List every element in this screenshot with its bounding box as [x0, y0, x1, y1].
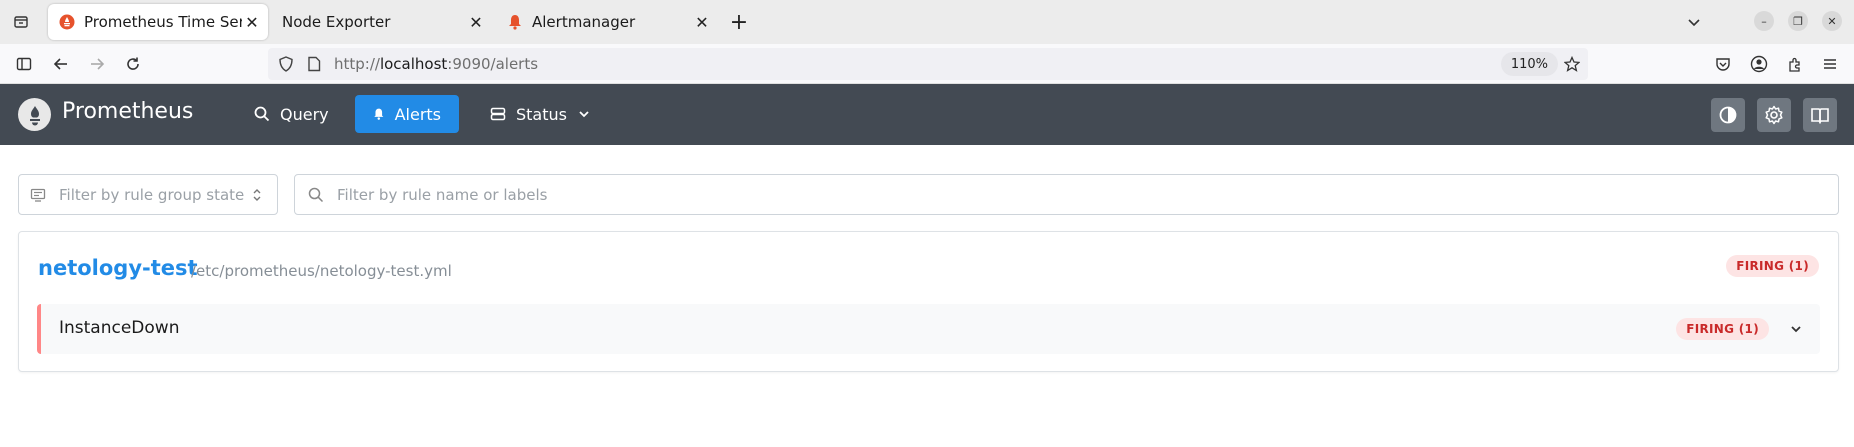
close-tab-icon[interactable]: ✕ — [466, 12, 486, 32]
prometheus-favicon-icon — [58, 13, 76, 31]
gear-icon — [1765, 105, 1783, 125]
new-tab-icon[interactable]: + — [726, 9, 752, 35]
nav-query[interactable]: Query — [236, 95, 347, 133]
page-info-icon[interactable] — [304, 54, 324, 74]
search-placeholder: Filter by rule name or labels — [337, 185, 548, 204]
nav-alerts[interactable]: Alerts — [355, 95, 459, 133]
tab-prometheus[interactable]: Prometheus Time Series C ✕ — [48, 4, 268, 40]
app-header: Prometheus Query Alerts Status — [0, 84, 1854, 145]
settings-button[interactable] — [1757, 98, 1791, 132]
rule-search-input[interactable]: Filter by rule name or labels — [294, 174, 1839, 215]
chevron-up-down-icon — [251, 186, 263, 204]
alertmanager-favicon-icon — [506, 13, 524, 31]
account-icon[interactable] — [1747, 52, 1771, 76]
contrast-icon — [1719, 106, 1737, 124]
alert-rule-name: InstanceDown — [59, 318, 180, 338]
state-filter-placeholder: Filter by rule group state — [59, 185, 245, 204]
firing-indicator-bar — [37, 304, 41, 354]
browser-nav-bar: http://localhost:9090/alerts 110% — [0, 44, 1854, 84]
server-icon — [490, 107, 506, 121]
address-bar[interactable]: http://localhost:9090/alerts 110% — [268, 48, 1588, 80]
zoom-level-button[interactable]: 110% — [1500, 52, 1558, 76]
tab-alertmanager[interactable]: Alertmanager ✕ — [496, 4, 718, 40]
extensions-icon[interactable] — [1783, 52, 1807, 76]
close-tab-icon[interactable]: ✕ — [692, 12, 712, 32]
bell-icon — [374, 108, 384, 120]
rule-group-card: netology-test /etc/prometheus/netology-t… — [18, 231, 1839, 372]
nav-alerts-label: Alerts — [394, 104, 441, 124]
rule-group-state-filter[interactable]: Filter by rule group state — [18, 174, 278, 215]
close-tab-icon[interactable]: ✕ — [242, 12, 262, 32]
chevron-down-icon[interactable] — [1786, 319, 1806, 339]
menu-icon[interactable] — [1818, 52, 1842, 76]
filter-settings-icon — [29, 186, 47, 204]
book-icon — [1811, 108, 1829, 124]
search-icon — [254, 106, 270, 122]
reload-icon[interactable] — [121, 52, 145, 76]
tab-overview-icon[interactable] — [8, 9, 34, 35]
prometheus-logo-icon[interactable] — [18, 98, 51, 131]
group-firing-badge: FIRING (1) — [1726, 255, 1819, 277]
forward-icon[interactable] — [85, 52, 109, 76]
url-path: :9090/alerts — [447, 55, 539, 73]
rule-firing-badge: FIRING (1) — [1676, 318, 1769, 340]
restore-icon[interactable]: ❐ — [1788, 11, 1808, 31]
alert-rule-row[interactable]: InstanceDown FIRING (1) — [37, 304, 1820, 354]
url-text: http://localhost:9090/alerts — [334, 55, 538, 73]
bookmark-star-icon[interactable] — [1562, 54, 1582, 74]
minimize-icon[interactable]: – — [1754, 11, 1774, 31]
search-icon — [307, 186, 325, 204]
rule-group-file: /etc/prometheus/netology-test.yml — [191, 262, 452, 280]
tab-title: Node Exporter — [282, 13, 391, 31]
window-controls: – ❐ ✕ — [1754, 11, 1842, 31]
back-icon[interactable] — [49, 52, 73, 76]
nav-status-label: Status — [516, 104, 567, 124]
sidebar-toggle-icon[interactable] — [12, 52, 36, 76]
url-host: localhost — [379, 55, 448, 73]
nav-status-dropdown[interactable]: Status — [472, 95, 609, 133]
chevron-down-icon — [579, 111, 589, 118]
nav-query-label: Query — [280, 104, 329, 124]
pocket-icon[interactable] — [1711, 52, 1735, 76]
list-all-tabs-icon[interactable] — [1682, 10, 1706, 34]
rule-group-name: netology-test — [38, 256, 198, 280]
tab-title: Alertmanager — [532, 13, 636, 31]
tab-node-exporter[interactable]: Node Exporter ✕ — [272, 4, 492, 40]
app-brand[interactable]: Prometheus — [62, 99, 193, 124]
browser-tab-strip: Prometheus Time Series C ✕ Node Exporter… — [0, 0, 1854, 44]
documentation-button[interactable] — [1803, 98, 1837, 132]
tracking-protection-icon[interactable] — [276, 54, 296, 74]
tab-title: Prometheus Time Series C — [84, 13, 242, 31]
url-scheme: http:// — [334, 55, 380, 73]
close-window-icon[interactable]: ✕ — [1822, 11, 1842, 31]
theme-toggle-button[interactable] — [1711, 98, 1745, 132]
